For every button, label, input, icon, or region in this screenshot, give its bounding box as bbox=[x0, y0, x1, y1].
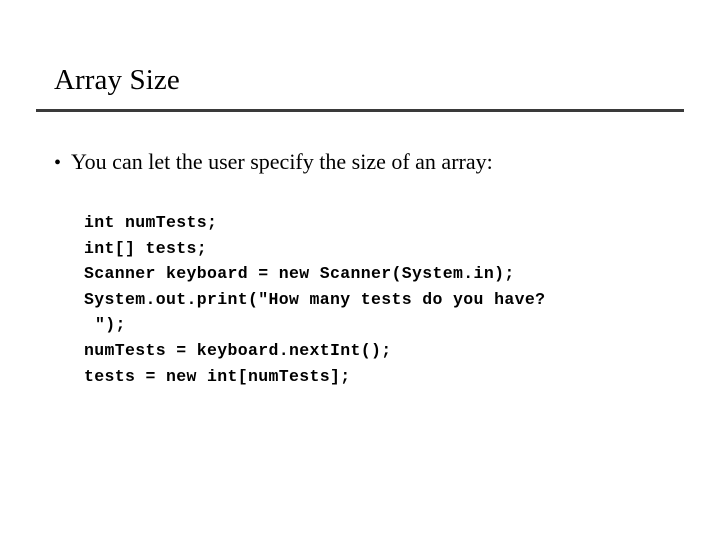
code-line: "); bbox=[95, 315, 126, 335]
code-line: tests = new int[numTests]; bbox=[84, 366, 351, 386]
code-line: Scanner keyboard = new Scanner(System.in… bbox=[84, 264, 515, 284]
title-divider-rule bbox=[36, 109, 684, 112]
code-line: System.out.print("How many tests do you … bbox=[84, 289, 546, 309]
code-line: numTests = keyboard.nextInt(); bbox=[84, 340, 392, 360]
bullet-list: • You can let the user specify the size … bbox=[54, 148, 674, 177]
code-listing: int numTests; int[] tests; Scanner keybo… bbox=[84, 210, 664, 389]
code-line: int[] tests; bbox=[84, 238, 208, 258]
slide: Array Size • You can let the user specif… bbox=[0, 0, 720, 540]
code-line: int numTests; bbox=[84, 213, 218, 232]
bullet-point-icon: • bbox=[54, 152, 62, 174]
list-item: • You can let the user specify the size … bbox=[54, 148, 674, 177]
page-title: Array Size bbox=[54, 64, 180, 96]
bullet-item-label: You can let the user specify the size of… bbox=[71, 149, 493, 174]
